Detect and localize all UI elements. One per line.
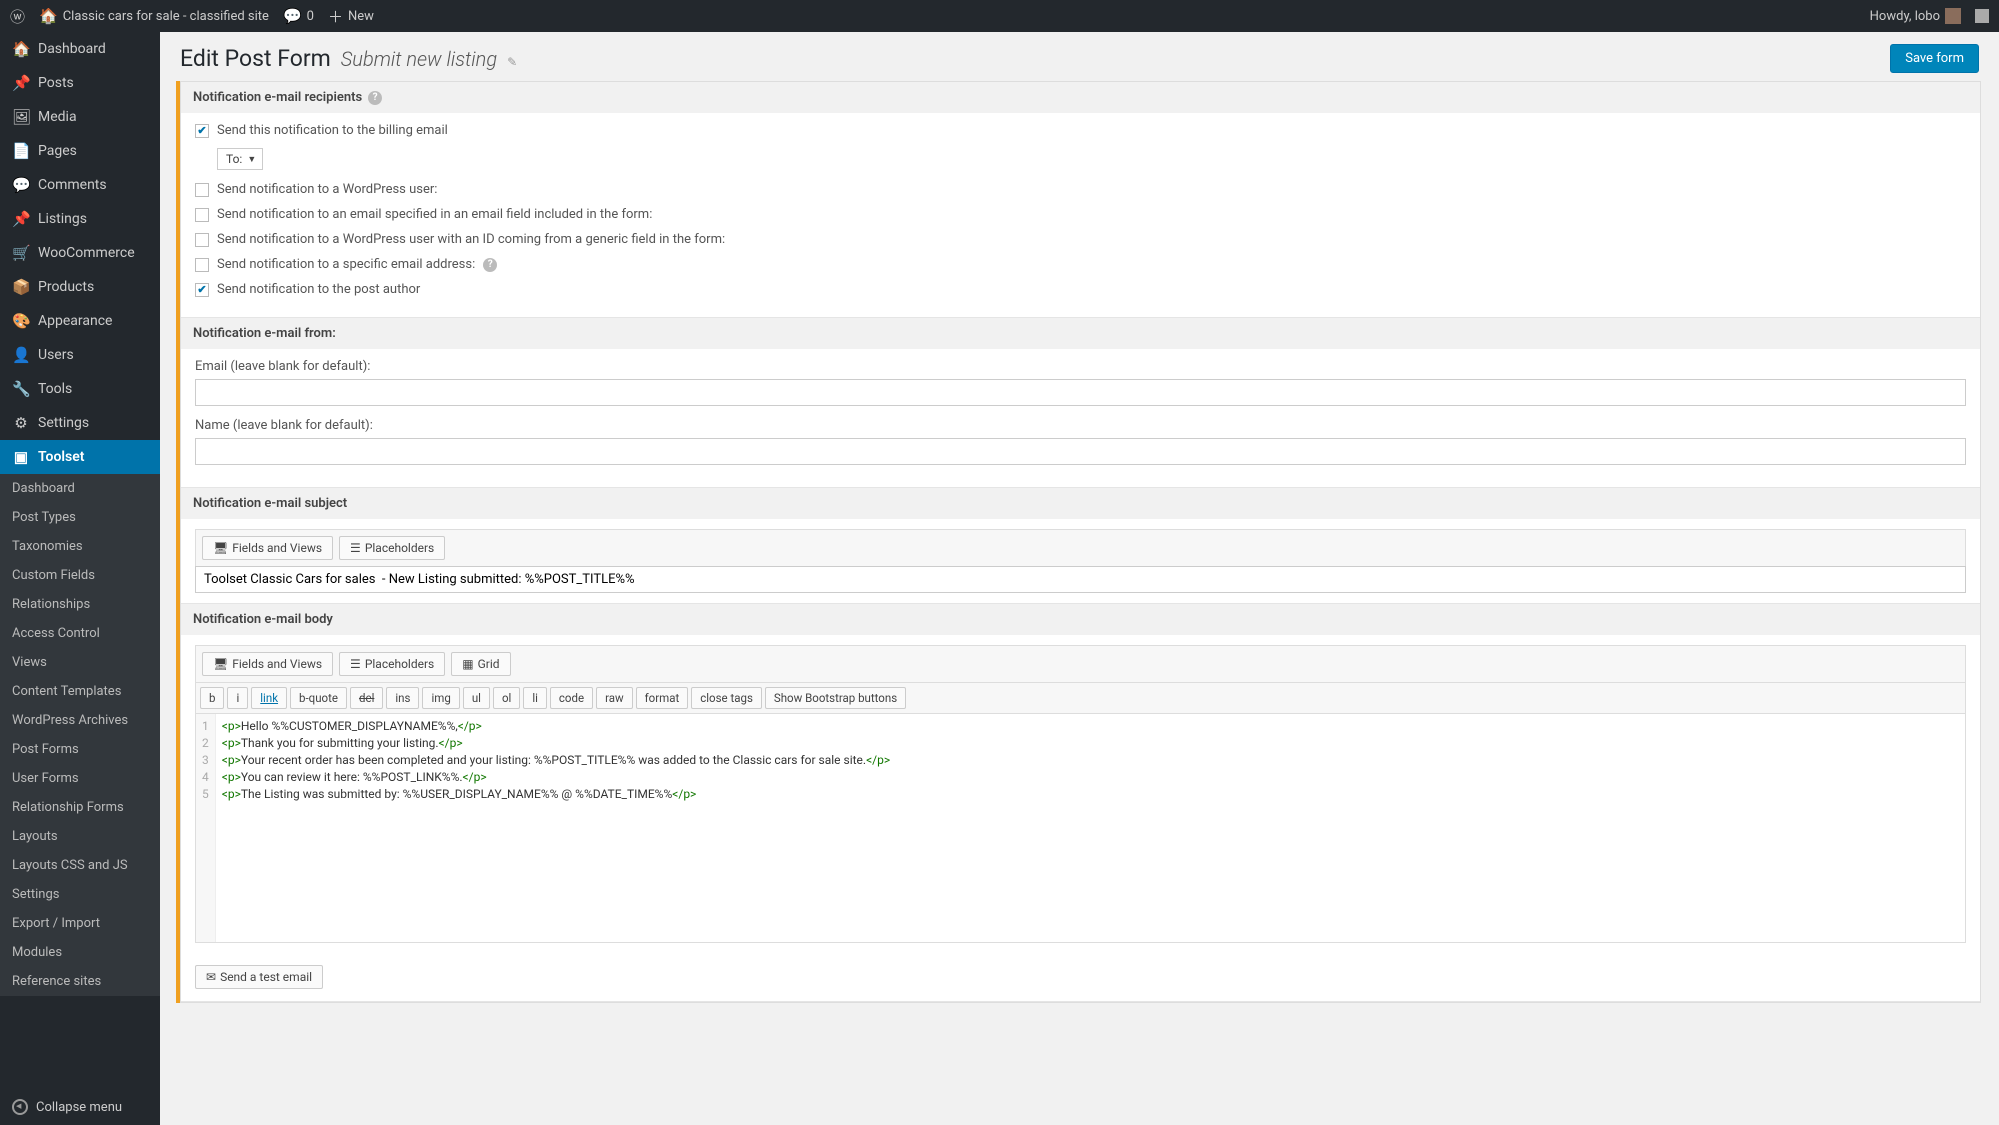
checkbox-specific-email[interactable] [195, 258, 209, 272]
quicktag-Show-Bootstrap-buttons[interactable]: Show Bootstrap buttons [765, 687, 906, 709]
to-dropdown[interactable]: To: [217, 148, 263, 170]
section-body: Notification e-mail body 🖥 Fields and Vi… [181, 604, 1980, 1002]
sidebar-item-toolset[interactable]: ▣Toolset [0, 440, 160, 474]
submenu-modules[interactable]: Modules [0, 938, 160, 967]
page-header: Edit Post Form Submit new listing ✎ Save… [160, 32, 1999, 81]
sidebar-item-dashboard[interactable]: 🏠Dashboard [0, 32, 160, 66]
save-form-button[interactable]: Save form [1890, 44, 1979, 73]
sidebar-item-woocommerce[interactable]: 🛒WooCommerce [0, 236, 160, 270]
section-subject: Notification e-mail subject 🖥 Fields and… [181, 488, 1980, 604]
submenu-relationships[interactable]: Relationships [0, 590, 160, 619]
quicktag-i[interactable]: i [227, 687, 248, 709]
collapse-icon [12, 1099, 28, 1115]
submenu-settings[interactable]: Settings [0, 880, 160, 909]
placeholders-button[interactable]: ☰ Placeholders [339, 536, 445, 560]
body-code-editor[interactable]: 12345 <p>Hello %%CUSTOMER_DISPLAYNAME%%,… [195, 713, 1966, 943]
checkbox-post-author[interactable] [195, 283, 209, 297]
submenu-post-forms[interactable]: Post Forms [0, 735, 160, 764]
fields-views-button[interactable]: 🖥 Fields and Views [202, 536, 333, 560]
checkbox-wp-user[interactable] [195, 183, 209, 197]
submenu-layouts[interactable]: Layouts [0, 822, 160, 851]
sidebar-item-posts[interactable]: 📌Posts [0, 66, 160, 100]
admin-bar: ⓦ 🏠Classic cars for sale - classified si… [0, 0, 1999, 32]
email-from-input[interactable] [195, 379, 1966, 406]
comments-count: 0 [307, 9, 314, 24]
submenu-wordpress-archives[interactable]: WordPress Archives [0, 706, 160, 735]
submenu-views[interactable]: Views [0, 648, 160, 677]
submenu-taxonomies[interactable]: Taxonomies [0, 532, 160, 561]
toolset-icon: ▣ [12, 448, 30, 466]
quicktag-b-quote[interactable]: b-quote [290, 687, 347, 709]
name-from-input[interactable] [195, 438, 1966, 465]
site-title: Classic cars for sale - classified site [63, 9, 269, 24]
edit-icon[interactable]: ✎ [507, 55, 517, 69]
submenu-user-forms[interactable]: User Forms [0, 764, 160, 793]
sidebar-item-settings[interactable]: ⚙Settings [0, 406, 160, 440]
new-content-link[interactable]: ＋New [328, 6, 374, 27]
sidebar-item-products[interactable]: 📦Products [0, 270, 160, 304]
submenu-reference-sites[interactable]: Reference sites [0, 967, 160, 996]
submenu-content-templates[interactable]: Content Templates [0, 677, 160, 706]
sidebar-item-users[interactable]: 👤Users [0, 338, 160, 372]
quicktag-b[interactable]: b [200, 687, 224, 709]
collapse-menu[interactable]: Collapse menu [0, 1089, 160, 1125]
placeholders-button[interactable]: ☰ Placeholders [339, 652, 445, 676]
avatar-icon [1945, 8, 1961, 24]
submenu-access-control[interactable]: Access Control [0, 619, 160, 648]
submenu-relationship-forms[interactable]: Relationship Forms [0, 793, 160, 822]
send-test-email-button[interactable]: ✉ Send a test email [195, 965, 323, 989]
section-recipients: Notification e-mail recipients? Send thi… [181, 82, 1980, 318]
sidebar-item-listings[interactable]: 📌Listings [0, 202, 160, 236]
checkbox-wp-id[interactable] [195, 233, 209, 247]
subject-input[interactable] [195, 566, 1966, 593]
checkbox-billing[interactable] [195, 124, 209, 138]
submenu-dashboard[interactable]: Dashboard [0, 474, 160, 503]
sidebar-item-tools[interactable]: 🔧Tools [0, 372, 160, 406]
quicktag-ul[interactable]: ul [463, 687, 490, 709]
submenu-layouts-css-and-js[interactable]: Layouts CSS and JS [0, 851, 160, 880]
quicktag-close-tags[interactable]: close tags [691, 687, 762, 709]
quicktag-li[interactable]: li [523, 687, 547, 709]
sidebar-item-media[interactable]: 🖼Media [0, 100, 160, 134]
fields-views-button[interactable]: 🖥 Fields and Views [202, 652, 333, 676]
quicktag-format[interactable]: format [636, 687, 689, 709]
name-from-label: Name (leave blank for default): [195, 418, 1966, 433]
submenu-export-import[interactable]: Export / Import [0, 909, 160, 938]
quicktag-link[interactable]: link [251, 687, 287, 709]
wp-logo[interactable]: ⓦ [10, 6, 25, 27]
section-from: Notification e-mail from: Email (leave b… [181, 318, 1980, 488]
submenu-custom-fields[interactable]: Custom Fields [0, 561, 160, 590]
comments-link[interactable]: 💬0 [283, 7, 314, 25]
sidebar-item-pages[interactable]: 📄Pages [0, 134, 160, 168]
submenu-post-types[interactable]: Post Types [0, 503, 160, 532]
help-icon[interactable]: ? [368, 91, 382, 105]
sidebar-item-comments[interactable]: 💬Comments [0, 168, 160, 202]
sidebar-item-appearance[interactable]: 🎨Appearance [0, 304, 160, 338]
collapse-toggle[interactable] [1975, 9, 1989, 23]
admin-sidebar: 🏠Dashboard📌Posts🖼Media📄Pages💬Comments📌Li… [0, 32, 160, 1125]
quicktag-img[interactable]: img [422, 687, 459, 709]
quicktag-del[interactable]: del [350, 687, 383, 709]
user-greeting[interactable]: Howdy, lobo [1870, 8, 1961, 24]
quicktag-raw[interactable]: raw [596, 687, 633, 709]
grid-button[interactable]: ▦ Grid [451, 652, 510, 676]
email-from-label: Email (leave blank for default): [195, 359, 1966, 374]
quicktag-ol[interactable]: ol [493, 687, 520, 709]
page-subtitle: Submit new listing [341, 47, 497, 71]
checkbox-email-field[interactable] [195, 208, 209, 222]
site-home-link[interactable]: 🏠Classic cars for sale - classified site [39, 7, 269, 25]
page-title: Edit Post Form [180, 45, 331, 72]
help-icon[interactable]: ? [483, 258, 497, 272]
quicktag-code[interactable]: code [550, 687, 593, 709]
quicktag-ins[interactable]: ins [386, 687, 419, 709]
